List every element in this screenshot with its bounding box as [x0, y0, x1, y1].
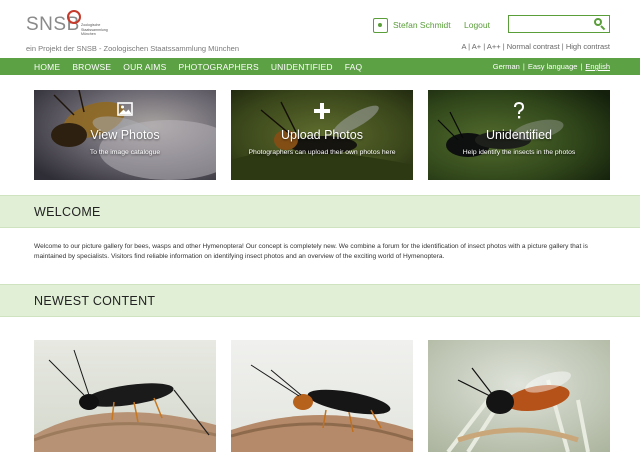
newest-photo-sawfly-2: [231, 340, 413, 452]
feature-view-photos[interactable]: View Photos To the image catalogue: [34, 90, 216, 180]
nav-item-browse[interactable]: BROWSE: [72, 62, 111, 72]
search-input[interactable]: [509, 16, 593, 32]
high-contrast-link[interactable]: High contrast: [566, 42, 610, 51]
lang-easy-link[interactable]: Easy language: [528, 62, 578, 71]
feature-unidentified[interactable]: Unidentified Help identify the insects i…: [428, 90, 610, 180]
image-icon: [117, 102, 133, 116]
welcome-text: Welcome to our picture gallery for bees,…: [34, 243, 588, 260]
logo-subtext: Zoologische Staatssammlung München: [81, 23, 108, 37]
search-box: [508, 15, 610, 33]
feature-subtitle: Help identify the insects in the photos: [462, 149, 576, 156]
font-size-xlarge-link[interactable]: A++: [487, 42, 501, 51]
welcome-band: WELCOME: [0, 195, 640, 228]
newest-photo-wasp-3: [428, 340, 610, 452]
lang-english-link[interactable]: English: [585, 62, 610, 71]
snsb-logo[interactable]: SNSB Zoologische Staatssammlung München: [26, 10, 116, 44]
user-name: Stefan Schmidt: [393, 20, 451, 30]
site-header: SNSB Zoologische Staatssammlung München …: [0, 0, 640, 58]
newest-item-1[interactable]: [34, 340, 216, 452]
font-size-normal-link[interactable]: A: [461, 42, 466, 51]
nav-item-home[interactable]: HOME: [34, 62, 60, 72]
plus-icon: [314, 103, 330, 119]
nav-item-photographers[interactable]: PHOTOGRAPHERS: [178, 62, 258, 72]
feature-upload-photos[interactable]: Upload Photos Photographers can upload t…: [231, 90, 413, 180]
newest-item-3[interactable]: [428, 340, 610, 452]
newest-item-2[interactable]: [231, 340, 413, 452]
main-nav: HOME BROWSE OUR AIMS PHOTOGRAPHERS UNIDE…: [0, 58, 640, 75]
search-icon[interactable]: [592, 17, 607, 31]
accessibility-controls: A | A+ | A++ | Normal contrast | High co…: [461, 42, 610, 51]
language-switcher: German | Easy language | English: [492, 62, 610, 71]
nav-item-faq[interactable]: FAQ: [345, 62, 363, 72]
welcome-heading: WELCOME: [34, 205, 101, 219]
newest-photo-sawfly-1: [34, 340, 216, 452]
feature-title: Unidentified: [485, 128, 552, 142]
question-icon: [514, 102, 525, 119]
normal-contrast-link[interactable]: Normal contrast: [507, 42, 560, 51]
nav-item-our-aims[interactable]: OUR AIMS: [123, 62, 166, 72]
font-size-large-link[interactable]: A+: [472, 42, 481, 51]
feature-title: Upload Photos: [280, 128, 363, 142]
user-profile-link[interactable]: Stefan Schmidt: [373, 17, 451, 33]
newest-content-band: NEWEST CONTENT: [0, 284, 640, 317]
user-icon: [373, 17, 388, 33]
lang-german-link[interactable]: German: [493, 62, 520, 71]
feature-title: View Photos: [90, 128, 160, 142]
nav-item-unidentified[interactable]: UNIDENTIFIED: [271, 62, 333, 72]
newest-content-heading: NEWEST CONTENT: [34, 294, 156, 308]
logout-link[interactable]: Logout: [464, 20, 490, 30]
site-tagline: ein Projekt der SNSB - Zoologischen Staa…: [26, 44, 240, 53]
feature-subtitle: Photographers can upload their own photo…: [248, 149, 396, 156]
feature-subtitle: To the image catalogue: [89, 149, 161, 156]
logo-ring-icon: [67, 10, 81, 24]
